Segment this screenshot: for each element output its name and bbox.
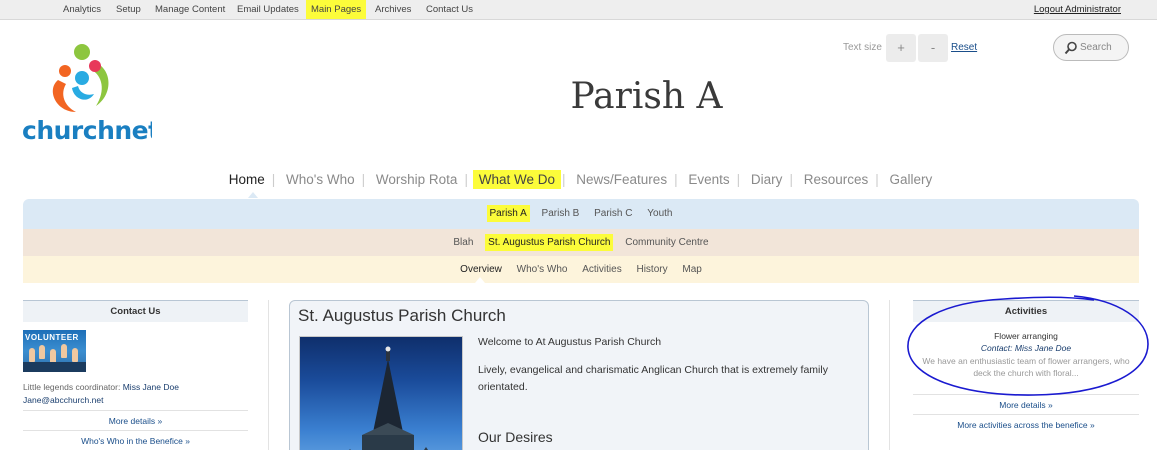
sub-nav-blah[interactable]: Blah	[450, 234, 476, 251]
nav-resources[interactable]: Resources	[798, 170, 875, 189]
sub-nav-st-augustus[interactable]: St. Augustus Parish Church	[485, 234, 614, 251]
activity-more-details-link[interactable]: More details »	[913, 394, 1139, 414]
sub-nav-activities[interactable]: Activities	[579, 261, 624, 278]
church-photo	[299, 336, 463, 450]
sub-nav-overview[interactable]: Overview	[457, 261, 505, 278]
logo-text: churchnet.co	[22, 116, 152, 145]
search-input[interactable]: Search	[1053, 34, 1129, 61]
contact-panel: Contact Us VOLUNTEER Little legends coor…	[23, 300, 248, 446]
activity-contact: Contact: Miss Jane Doe	[980, 343, 1072, 353]
sub-nav-whos-who[interactable]: Who's Who	[514, 261, 571, 278]
contact-email[interactable]: Jane@abcchurch.net	[23, 395, 103, 405]
text-size-label: Text size	[843, 42, 882, 53]
our-desires-heading: Our Desires	[478, 429, 553, 445]
sub-nav-youth[interactable]: Youth	[644, 205, 675, 222]
sub-nav-parish-a[interactable]: Parish A	[486, 205, 530, 222]
admin-manage-content-link[interactable]: Manage Content	[151, 0, 229, 19]
text-size-increase-button[interactable]: +	[886, 34, 916, 62]
activity-description: We have an enthusiastic team of flower a…	[922, 356, 1130, 378]
admin-bar: Analytics Setup Manage Content Email Upd…	[0, 0, 1157, 20]
church-welcome-text: Welcome to At Augustus Parish Church	[478, 336, 662, 348]
volunteer-image-text: VOLUNTEER	[25, 333, 79, 342]
search-placeholder: Search	[1080, 42, 1112, 53]
logout-link[interactable]: Logout Administrator	[1034, 0, 1121, 19]
nav-what-we-do[interactable]: What We Do	[472, 170, 561, 189]
sub-nav-venues: Blah St. Augustus Parish Church Communit…	[23, 229, 1139, 256]
activities-panel-heading: Activities	[913, 300, 1139, 322]
sub-nav-parish-b[interactable]: Parish B	[539, 205, 583, 222]
admin-email-updates-link[interactable]: Email Updates	[233, 0, 303, 19]
text-size-decrease-button[interactable]: -	[918, 34, 948, 62]
contact-role: Little legends coordinator: Miss Jane Do…	[23, 382, 179, 392]
admin-archives-link[interactable]: Archives	[371, 0, 415, 19]
activity-title[interactable]: Flower arranging	[913, 331, 1139, 341]
nav-home[interactable]: Home	[223, 170, 271, 189]
sub-nav-history[interactable]: History	[633, 261, 670, 278]
contact-name[interactable]: Miss Jane Doe	[123, 382, 179, 392]
nav-events[interactable]: Events	[682, 170, 735, 189]
admin-setup-link[interactable]: Setup	[112, 0, 145, 19]
nav-whos-who[interactable]: Who's Who	[280, 170, 361, 189]
search-icon	[1064, 41, 1077, 55]
admin-main-pages-link[interactable]: Main Pages	[306, 0, 367, 19]
church-description: Lively, evangelical and charismatic Angl…	[478, 364, 828, 393]
activities-panel: Activities Flower arranging Contact: Mis…	[913, 300, 1139, 430]
church-overview-card: St. Augustus Parish Church Welcome to At…	[289, 300, 869, 450]
whos-who-benefice-link[interactable]: Who's Who in the Benefice »	[23, 430, 248, 450]
sub-nav-community-centre[interactable]: Community Centre	[622, 234, 711, 251]
nav-worship-rota[interactable]: Worship Rota	[370, 170, 464, 189]
column-divider-right	[889, 300, 890, 450]
contact-more-details-link[interactable]: More details »	[23, 410, 248, 430]
admin-analytics-link[interactable]: Analytics	[59, 0, 105, 19]
active-sub-nav-caret	[475, 277, 485, 283]
main-navigation: Home | Who's Who | Worship Rota | What We D…	[0, 170, 1157, 192]
nav-news-features[interactable]: News/Features	[570, 170, 673, 189]
church-title: St. Augustus Parish Church	[298, 306, 506, 325]
site-title: Parish A	[570, 76, 723, 117]
sub-nav-map[interactable]: Map	[679, 261, 704, 278]
admin-contact-us-link[interactable]: Contact Us	[422, 0, 477, 19]
active-nav-caret	[248, 192, 258, 198]
sub-nav-parish-c[interactable]: Parish C	[591, 205, 635, 222]
sub-nav-parishes: Parish A Parish B Parish C Youth	[23, 199, 1139, 229]
church-spire-image	[349, 346, 428, 450]
nav-gallery[interactable]: Gallery	[884, 170, 939, 189]
more-activities-link[interactable]: More activities across the benefice »	[913, 414, 1139, 434]
sub-nav-church-sections: Overview Who's Who Activities History Ma…	[23, 256, 1139, 283]
contact-panel-heading: Contact Us	[23, 300, 248, 322]
column-divider-left	[268, 300, 269, 450]
nav-diary[interactable]: Diary	[745, 170, 789, 189]
text-size-reset-link[interactable]: Reset	[951, 42, 977, 53]
volunteer-image: VOLUNTEER	[23, 330, 86, 372]
